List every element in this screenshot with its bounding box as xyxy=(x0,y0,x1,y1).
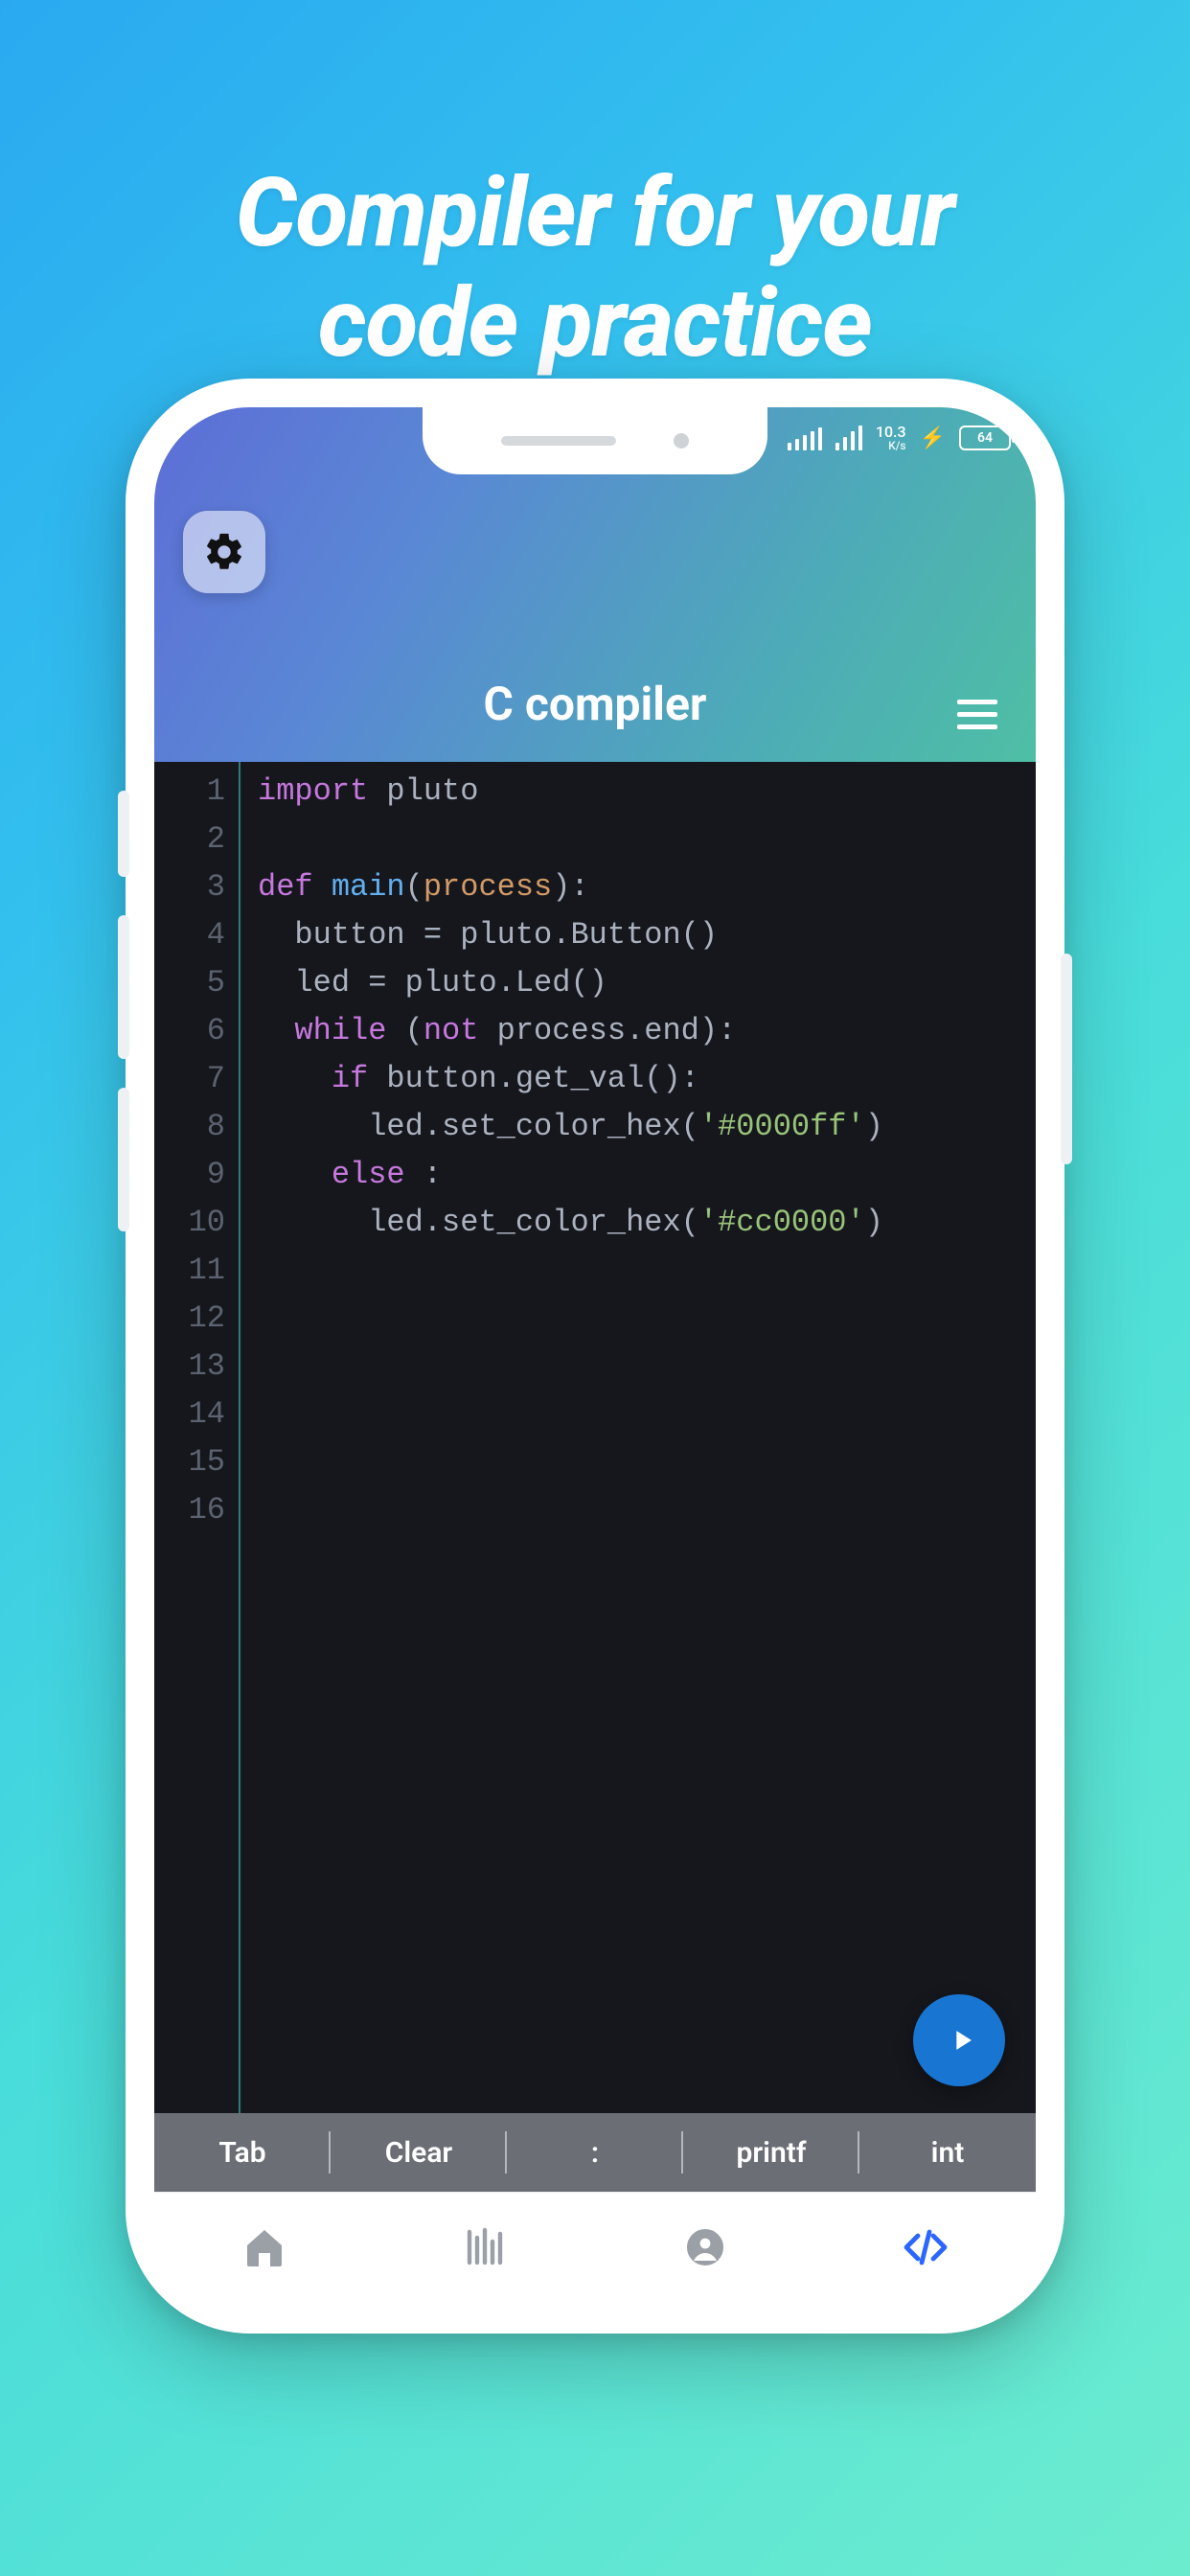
line-number: 4 xyxy=(154,911,225,959)
snippet-toolbar: TabClear:printfint xyxy=(154,2113,1036,2192)
bottom-nav xyxy=(154,2192,1036,2305)
headline-line2: code practice xyxy=(0,268,1190,379)
code-line[interactable] xyxy=(258,1295,883,1343)
code-line[interactable]: def main(process): xyxy=(258,863,883,911)
snippet-int[interactable]: int xyxy=(859,2136,1036,2170)
phone-mute-switch xyxy=(118,791,129,877)
code-line[interactable]: while (not process.end): xyxy=(258,1007,883,1055)
line-number: 3 xyxy=(154,863,225,911)
phone-frame: 10.3 K/s ⚡ 64 C compiler xyxy=(126,379,1064,2334)
line-gutter: 12345678910111213141516 xyxy=(154,762,240,2113)
settings-button[interactable] xyxy=(183,511,265,593)
front-camera xyxy=(674,433,689,448)
snippet-tab[interactable]: Tab xyxy=(154,2136,331,2170)
snippet-[interactable]: : xyxy=(507,2136,683,2170)
line-number: 2 xyxy=(154,816,225,863)
line-number: 12 xyxy=(154,1295,225,1343)
line-number: 6 xyxy=(154,1007,225,1055)
phone-volume-down xyxy=(118,1088,129,1231)
charging-icon: ⚡ xyxy=(920,426,946,450)
line-number: 5 xyxy=(154,959,225,1007)
code-line[interactable]: button = pluto.Button() xyxy=(258,911,883,959)
profile-icon xyxy=(682,2224,728,2270)
library-icon xyxy=(462,2224,508,2270)
code-line[interactable]: else : xyxy=(258,1151,883,1199)
run-button[interactable] xyxy=(913,1994,1005,2086)
line-number: 13 xyxy=(154,1343,225,1391)
line-number: 11 xyxy=(154,1247,225,1295)
phone-power-button xyxy=(1061,954,1072,1164)
code-line[interactable] xyxy=(258,1486,883,1534)
line-number: 16 xyxy=(154,1486,225,1534)
code-content[interactable]: import pluto def main(process): button =… xyxy=(240,762,883,2113)
line-number: 9 xyxy=(154,1151,225,1199)
code-line[interactable] xyxy=(258,1247,883,1295)
menu-button[interactable] xyxy=(957,691,1003,737)
code-icon xyxy=(903,2224,949,2270)
phone-screen: 10.3 K/s ⚡ 64 C compiler xyxy=(154,407,1036,2305)
code-line[interactable] xyxy=(258,1391,883,1438)
nav-code[interactable] xyxy=(903,2224,949,2274)
phone-notch xyxy=(423,407,767,474)
code-editor[interactable]: 12345678910111213141516 import pluto def… xyxy=(154,762,1036,2113)
code-line[interactable]: led.set_color_hex('#0000ff') xyxy=(258,1103,883,1151)
play-icon xyxy=(946,2024,978,2057)
line-number: 14 xyxy=(154,1391,225,1438)
code-line[interactable]: led = pluto.Led() xyxy=(258,959,883,1007)
line-number: 7 xyxy=(154,1055,225,1103)
line-number: 15 xyxy=(154,1438,225,1486)
wifi-signal-icon xyxy=(835,426,862,450)
line-number: 1 xyxy=(154,768,225,816)
code-line[interactable] xyxy=(258,1343,883,1391)
app-title: C compiler xyxy=(484,677,707,731)
code-line[interactable] xyxy=(258,1438,883,1486)
battery-indicator: 64 xyxy=(959,426,1011,450)
signal-icon xyxy=(788,426,822,450)
headline-line1: Compiler for your xyxy=(0,158,1190,268)
snippet-clear[interactable]: Clear xyxy=(331,2136,507,2170)
code-line[interactable]: led.set_color_hex('#cc0000') xyxy=(258,1199,883,1247)
snippet-printf[interactable]: printf xyxy=(683,2136,859,2170)
line-number: 8 xyxy=(154,1103,225,1151)
code-line[interactable] xyxy=(258,816,883,863)
home-icon xyxy=(241,2224,287,2270)
nav-home[interactable] xyxy=(241,2224,287,2274)
status-bar: 10.3 K/s ⚡ 64 xyxy=(788,425,1011,451)
line-number: 10 xyxy=(154,1199,225,1247)
code-line[interactable]: import pluto xyxy=(258,768,883,816)
phone-volume-up xyxy=(118,915,129,1059)
data-rate: 10.3 K/s xyxy=(876,425,906,451)
promo-headline: Compiler for your code practice xyxy=(0,158,1190,379)
nav-profile[interactable] xyxy=(682,2224,728,2274)
code-line[interactable]: if button.get_val(): xyxy=(258,1055,883,1103)
hamburger-icon xyxy=(957,700,997,704)
speaker-grille xyxy=(501,436,616,446)
nav-library[interactable] xyxy=(462,2224,508,2274)
gear-icon xyxy=(202,530,246,574)
